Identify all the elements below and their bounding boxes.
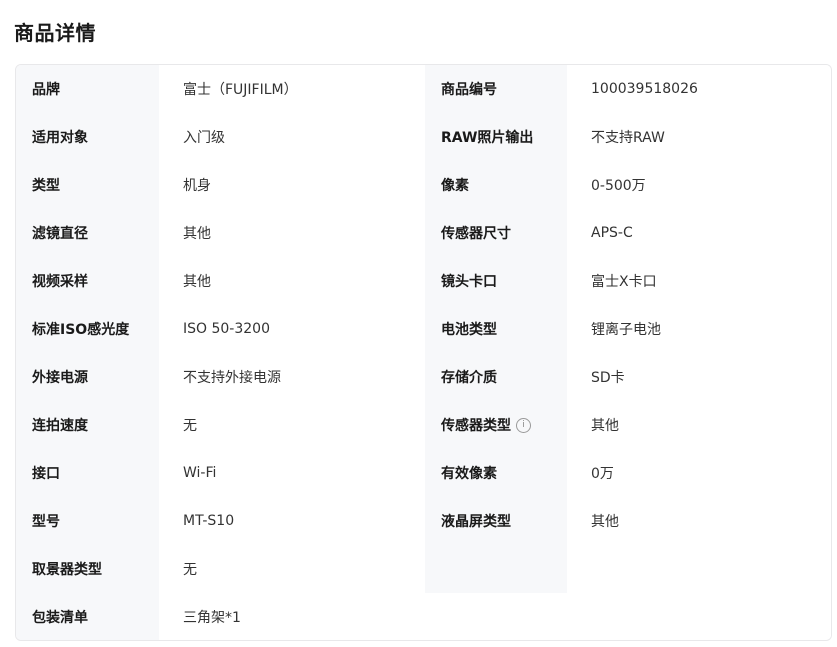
spec-value: 0万 (567, 449, 831, 497)
table-row: 品牌 富士（FUJIFILM） 商品编号 100039518026 (16, 65, 831, 113)
spec-key: 标准ISO感光度 (16, 305, 159, 353)
spec-key: 传感器尺寸 (425, 209, 567, 257)
spec-key: 适用对象 (16, 113, 159, 161)
table-row: 包装清单 三角架*1 (16, 593, 831, 640)
spec-key: 商品编号 (425, 65, 567, 113)
spec-value: 入门级 (159, 113, 425, 161)
spec-key: 取景器类型 (16, 545, 159, 593)
spec-value: 无 (159, 401, 425, 449)
table-row: 标准ISO感光度 ISO 50-3200 电池类型 锂离子电池 (16, 305, 831, 353)
spec-value: 其他 (159, 209, 425, 257)
spec-key: 类型 (16, 161, 159, 209)
table-row: 适用对象 入门级 RAW照片输出 不支持RAW (16, 113, 831, 161)
spec-key-with-info: 传感器类型 i (425, 401, 567, 449)
table-row: 型号 MT-S10 液晶屏类型 其他 (16, 497, 831, 545)
spec-value: SD卡 (567, 353, 831, 401)
spec-value: 富士X卡口 (567, 257, 831, 305)
spec-key: 滤镜直径 (16, 209, 159, 257)
spec-key: 视频采样 (16, 257, 159, 305)
spec-value: 其他 (159, 257, 425, 305)
spec-key: 连拍速度 (16, 401, 159, 449)
table-row: 取景器类型 无 (16, 545, 831, 593)
spec-key: 外接电源 (16, 353, 159, 401)
table-row: 连拍速度 无 传感器类型 i 其他 (16, 401, 831, 449)
page-title: 商品详情 (14, 21, 96, 45)
spec-value: MT-S10 (159, 497, 425, 545)
spec-key: 接口 (16, 449, 159, 497)
spec-value: 三角架*1 (159, 593, 831, 640)
spec-key-empty (425, 545, 567, 593)
spec-key: 品牌 (16, 65, 159, 113)
spec-value: 其他 (567, 401, 831, 449)
spec-value: 富士（FUJIFILM） (159, 65, 425, 113)
spec-value: APS-C (567, 209, 831, 257)
spec-value-empty (567, 545, 831, 593)
spec-key-label: 传感器类型 (441, 418, 511, 434)
spec-value: Wi-Fi (159, 449, 425, 497)
spec-key: 型号 (16, 497, 159, 545)
spec-key: 像素 (425, 161, 567, 209)
spec-value: 不支持外接电源 (159, 353, 425, 401)
spec-key: 包装清单 (16, 593, 159, 640)
spec-value: 锂离子电池 (567, 305, 831, 353)
spec-value: 其他 (567, 497, 831, 545)
spec-value: 不支持RAW (567, 113, 831, 161)
table-row: 类型 机身 像素 0-500万 (16, 161, 831, 209)
spec-key: RAW照片输出 (425, 113, 567, 161)
spec-key: 有效像素 (425, 449, 567, 497)
spec-key: 镜头卡口 (425, 257, 567, 305)
spec-value: ISO 50-3200 (159, 305, 425, 353)
spec-value: 0-500万 (567, 161, 831, 209)
spec-table: 品牌 富士（FUJIFILM） 商品编号 100039518026 适用对象 入… (15, 64, 832, 641)
spec-key: 存储介质 (425, 353, 567, 401)
spec-key: 电池类型 (425, 305, 567, 353)
spec-value: 无 (159, 545, 425, 593)
table-row: 视频采样 其他 镜头卡口 富士X卡口 (16, 257, 831, 305)
info-icon[interactable]: i (516, 417, 531, 433)
table-row: 接口 Wi-Fi 有效像素 0万 (16, 449, 831, 497)
spec-key: 液晶屏类型 (425, 497, 567, 545)
spec-value: 机身 (159, 161, 425, 209)
table-row: 外接电源 不支持外接电源 存储介质 SD卡 (16, 353, 831, 401)
table-row: 滤镜直径 其他 传感器尺寸 APS-C (16, 209, 831, 257)
spec-value: 100039518026 (567, 65, 831, 113)
